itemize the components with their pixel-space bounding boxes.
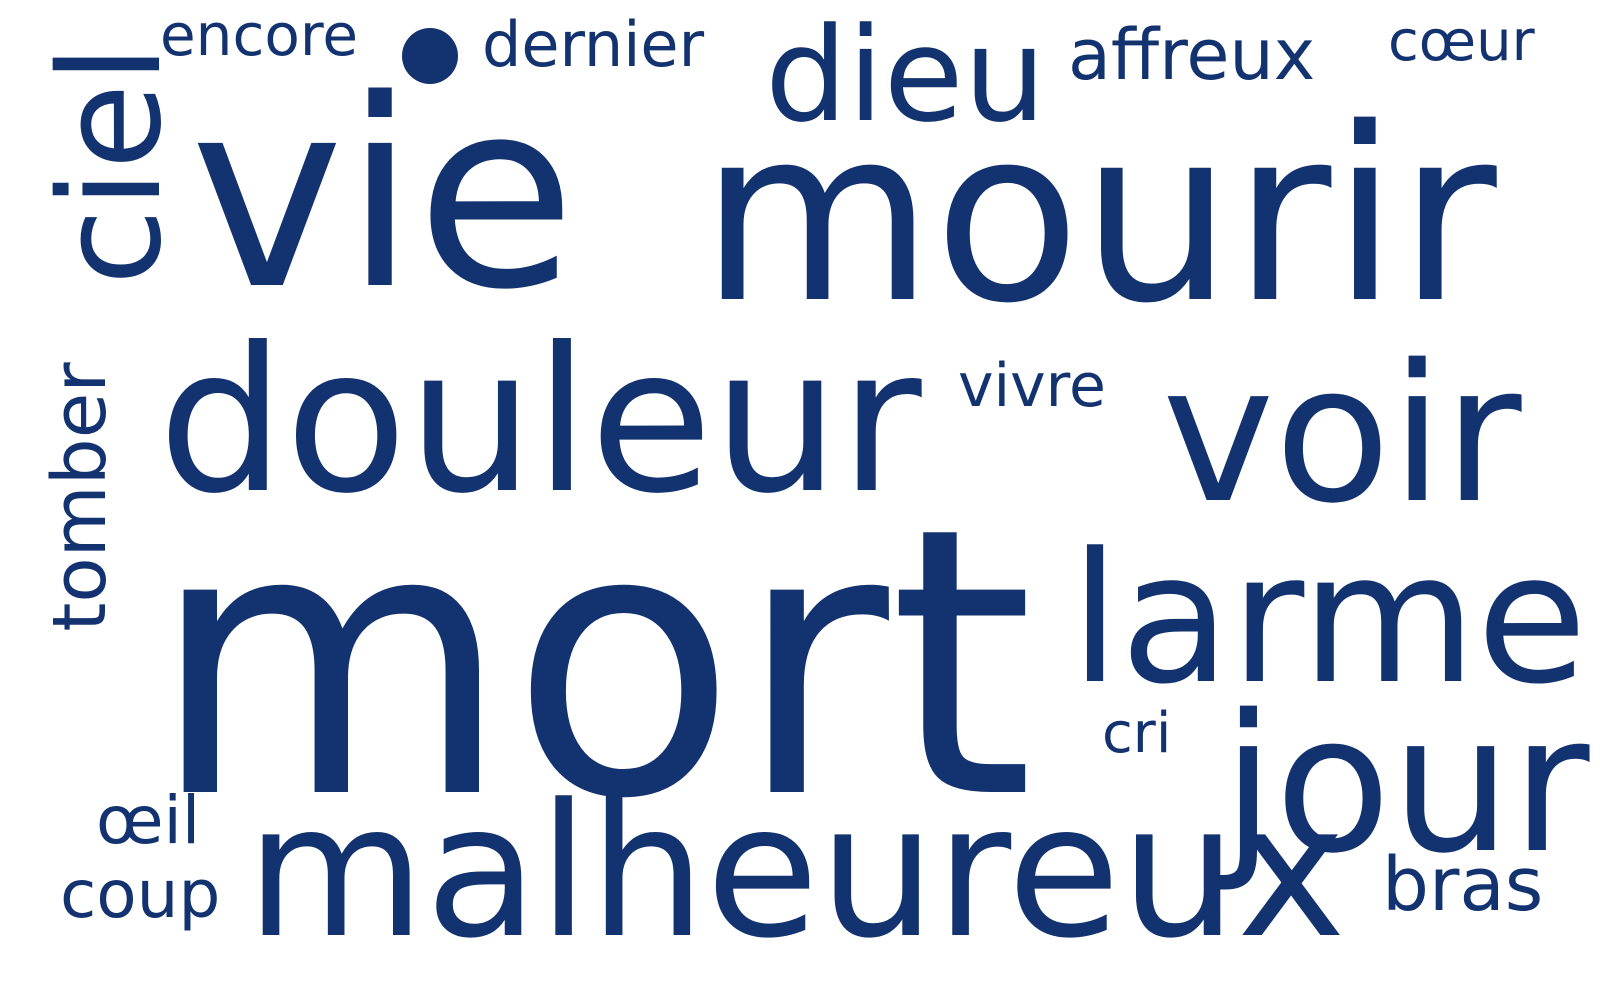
word-ciel: ciel (30, 44, 193, 286)
word-oeil: œil (96, 782, 201, 859)
word-bras: bras (1382, 842, 1544, 928)
word-vie: vie (190, 45, 577, 347)
word-vivre: vivre (958, 351, 1106, 421)
word-mourir: mourir (700, 76, 1497, 356)
word-coeur: cœur (1388, 9, 1535, 74)
word-cri: cri (1102, 701, 1172, 766)
word-tomber: tomber (37, 362, 123, 632)
word-coup: coup (60, 856, 221, 933)
word-voir: voir (1162, 324, 1522, 545)
word-malheureux: malheureux (246, 765, 1346, 979)
word-cloud: encore dernier dieu affreux cœur vie mou… (0, 0, 1600, 1000)
